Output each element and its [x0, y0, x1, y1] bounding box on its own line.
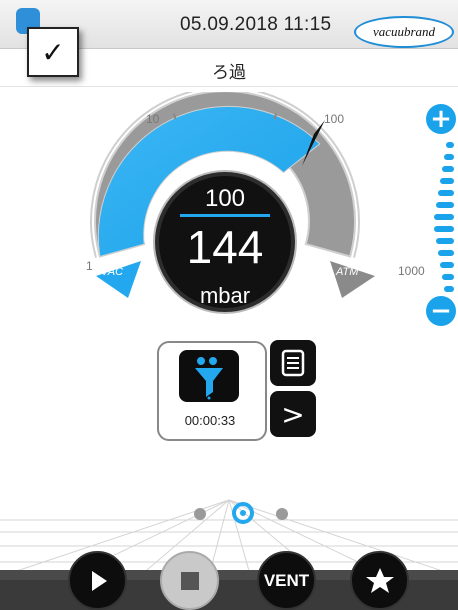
pressure-unit: mbar — [199, 283, 251, 308]
slider-step — [444, 154, 454, 160]
plus-icon: + — [430, 104, 452, 134]
stop-button[interactable] — [160, 551, 219, 610]
divider — [0, 86, 458, 87]
star-icon — [365, 567, 394, 593]
scale-label-max: 1000 — [398, 264, 425, 278]
atm-label: ATM — [336, 266, 359, 278]
list-button[interactable] — [270, 340, 316, 386]
vent-button[interactable]: VENT — [257, 551, 316, 610]
slider-step — [438, 250, 454, 256]
stop-icon — [180, 571, 199, 590]
check-icon: ✓ — [41, 35, 65, 69]
datetime: 05.09.2018 11:15 — [180, 14, 332, 35]
slider-step — [438, 190, 454, 196]
scale-label-mid: 10 — [146, 112, 160, 126]
slider-step — [434, 214, 454, 220]
play-icon — [91, 570, 107, 591]
favorite-button[interactable] — [350, 551, 409, 610]
setpoint-slider[interactable] — [430, 138, 454, 294]
slider-step — [446, 142, 454, 148]
current-pressure: 144 — [186, 221, 264, 273]
page-dot[interactable] — [276, 508, 288, 520]
target-divider — [180, 214, 270, 217]
vacuubrand-logo: vacuubrand — [354, 16, 454, 48]
increase-button[interactable]: + — [426, 104, 456, 134]
page-dot[interactable] — [194, 508, 206, 520]
slider-step — [444, 286, 454, 292]
slider-step — [440, 262, 454, 268]
slider-step — [436, 238, 454, 244]
play-button[interactable] — [68, 551, 127, 610]
funnel-graphic — [195, 357, 223, 400]
page-indicator — [194, 502, 288, 524]
page-dot-active-core — [240, 510, 246, 516]
decrease-button[interactable]: − — [426, 296, 456, 326]
slider-step — [434, 226, 454, 232]
slider-step — [442, 166, 454, 172]
next-button[interactable]: > — [270, 391, 316, 437]
vac-label: VAC — [101, 266, 124, 278]
chevron-right-icon: > — [281, 397, 305, 431]
vent-label: VENT — [263, 570, 310, 590]
target-pressure[interactable]: 100 — [155, 185, 295, 213]
slider-step — [440, 178, 454, 184]
minus-icon: − — [430, 296, 452, 326]
slider-step — [442, 274, 454, 280]
list-icon — [281, 349, 305, 377]
scale-label-min: 1 — [86, 259, 93, 273]
method-timer: 00:00:33 — [184, 413, 236, 428]
filter-funnel-icon[interactable] — [179, 350, 239, 402]
confirm-check-button[interactable]: ✓ — [27, 27, 79, 77]
scale-label-high: 100 — [324, 112, 345, 126]
slider-step — [436, 202, 454, 208]
